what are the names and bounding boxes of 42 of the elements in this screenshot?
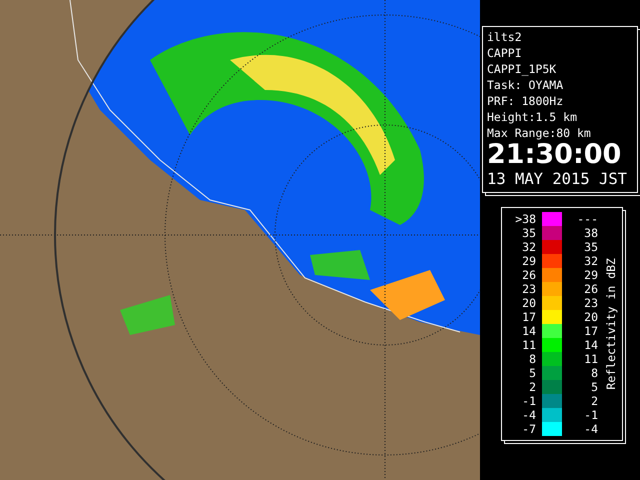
legend-value: -1 [521,394,536,408]
legend-value: 38 [583,226,598,240]
legend-value: 5 [590,380,598,394]
legend-value: 11 [583,352,598,366]
info-line: PRF: 1800Hz [487,93,564,109]
legend-value: 35 [521,226,536,240]
legend-value: 23 [521,282,536,296]
info-line: ilts2 [487,29,523,45]
legend-value: 2 [528,380,536,394]
legend-value: 17 [521,310,536,324]
date-label: 13 MAY 2015 JST [487,169,628,189]
time-label: 21:30:00 [487,141,622,169]
legend-value: 2 [590,394,598,408]
legend-value: -1 [583,408,598,422]
legend-value: 26 [583,282,598,296]
legend-value: 5 [528,366,536,380]
info-line: Max Range:80 km [487,125,592,141]
legend-value: 20 [583,310,598,324]
legend-value: -4 [521,408,536,422]
legend-value: 29 [583,268,598,282]
legend-value: 17 [583,324,598,338]
legend-title: Reflectivity in dBZ [604,258,618,390]
legend-value: 14 [521,324,536,338]
legend-value: -7 [521,422,536,436]
legend-value: >38 [514,212,536,226]
legend-value: 14 [583,338,598,352]
legend-value: 32 [521,240,536,254]
info-line: CAPPI_1P5K [487,61,558,77]
legend-value: 8 [590,366,598,380]
legend-value: 20 [521,296,536,310]
legend-value: 11 [521,338,536,352]
legend-value: -4 [583,422,598,436]
legend-value: 26 [521,268,536,282]
legend-value: 32 [583,254,598,268]
info-line: Height:1.5 km [487,109,578,125]
legend-value: 8 [528,352,536,366]
legend-value: 23 [583,296,598,310]
legend-value: --- [576,212,598,226]
legend-value: 35 [583,240,598,254]
info-line: CAPPI [487,45,523,61]
info-line: Task: OYAMA [487,77,564,93]
legend-value: 29 [521,254,536,268]
